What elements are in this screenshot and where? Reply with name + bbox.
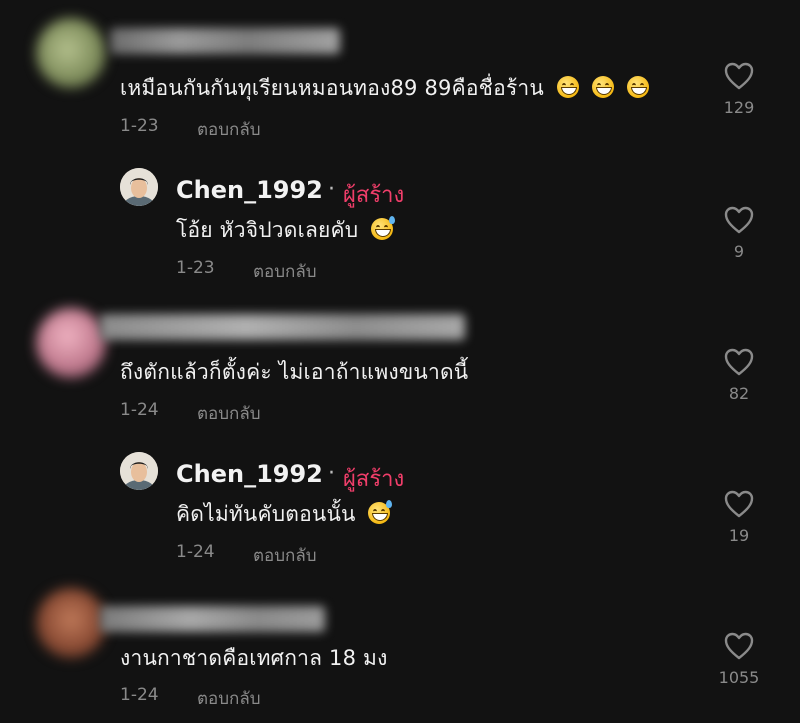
username-blurred[interactable] bbox=[110, 28, 340, 54]
comment-date: 1-24 bbox=[176, 542, 215, 562]
grinning-sweat-emoji bbox=[368, 500, 393, 524]
avatar-blurred[interactable] bbox=[36, 308, 106, 378]
like-button[interactable]: 129 bbox=[709, 62, 769, 117]
creator-username[interactable]: Chen_1992 bbox=[176, 460, 323, 488]
comment-item: ถึงตักแล้วก็ตั้งค่ะ ไม่เอาถ้าแพงขนาดนี้ … bbox=[0, 292, 800, 434]
grinning-face-emoji bbox=[556, 76, 579, 98]
heart-outline-icon bbox=[724, 632, 754, 660]
heart-outline-icon bbox=[724, 62, 754, 90]
comment-text: งานกาชาดคือเทศกาล 18 มง bbox=[120, 646, 388, 670]
like-button[interactable]: 9 bbox=[709, 206, 769, 261]
comment-date: 1-23 bbox=[176, 258, 215, 278]
username-blurred[interactable] bbox=[100, 314, 465, 340]
like-count: 1055 bbox=[718, 668, 760, 687]
creator-badge: ผู้สร้าง bbox=[343, 183, 405, 208]
reply-item: Chen_1992 · ผู้สร้าง คิดไม่ทันคับตอนนั้น… bbox=[0, 434, 800, 576]
heart-outline-icon bbox=[724, 348, 754, 376]
comment-text: เหมือนกันกันทุเรียนหมอนทอง89 89คือชื่อร้… bbox=[120, 72, 649, 105]
comment-item: งานกาชาดคือเทศกาล 18 มง 1-24 ตอบกลับ 105… bbox=[0, 576, 800, 723]
like-button[interactable]: 19 bbox=[709, 490, 769, 545]
like-count: 19 bbox=[728, 526, 750, 545]
grinning-face-emoji bbox=[626, 76, 649, 98]
comment-text: โอ้ย หัวจิปวดเลยคับ bbox=[176, 214, 396, 247]
creator-avatar[interactable] bbox=[120, 452, 158, 490]
like-count: 82 bbox=[728, 384, 750, 403]
heart-outline-icon bbox=[724, 490, 754, 518]
comment-item: เหมือนกันกันทุเรียนหมอนทอง89 89คือชื่อร้… bbox=[0, 0, 800, 150]
avatar-blurred[interactable] bbox=[36, 18, 106, 88]
comment-text: คิดไม่ทันคับตอนนั้น bbox=[176, 498, 393, 531]
like-count: 9 bbox=[733, 242, 745, 261]
separator-dot: · bbox=[328, 461, 335, 486]
grinning-face-emoji bbox=[591, 76, 614, 98]
avatar-photo bbox=[120, 168, 158, 206]
reply-button[interactable]: ตอบกลับ bbox=[253, 542, 317, 569]
creator-badge: ผู้สร้าง bbox=[343, 467, 405, 492]
like-button[interactable]: 1055 bbox=[709, 632, 769, 687]
like-button[interactable]: 82 bbox=[709, 348, 769, 403]
comment-date: 1-24 bbox=[120, 685, 159, 705]
like-count: 129 bbox=[723, 98, 755, 117]
comment-text: ถึงตักแล้วก็ตั้งค่ะ ไม่เอาถ้าแพงขนาดนี้ bbox=[120, 360, 469, 384]
heart-outline-icon bbox=[724, 206, 754, 234]
grinning-sweat-emoji bbox=[371, 216, 396, 240]
reply-item: Chen_1992 · ผู้สร้าง โอ้ย หัวจิปวดเลยคับ… bbox=[0, 150, 800, 292]
reply-button[interactable]: ตอบกลับ bbox=[197, 400, 261, 427]
username-blurred[interactable] bbox=[100, 606, 325, 632]
comment-date: 1-24 bbox=[120, 400, 159, 420]
avatar-photo bbox=[120, 452, 158, 490]
reply-button[interactable]: ตอบกลับ bbox=[197, 685, 261, 712]
separator-dot: · bbox=[328, 177, 335, 202]
creator-avatar[interactable] bbox=[120, 168, 158, 206]
reply-button[interactable]: ตอบกลับ bbox=[253, 258, 317, 285]
creator-username[interactable]: Chen_1992 bbox=[176, 176, 323, 204]
avatar-blurred[interactable] bbox=[36, 588, 106, 658]
comment-date: 1-23 bbox=[120, 116, 159, 136]
reply-button[interactable]: ตอบกลับ bbox=[197, 116, 261, 143]
